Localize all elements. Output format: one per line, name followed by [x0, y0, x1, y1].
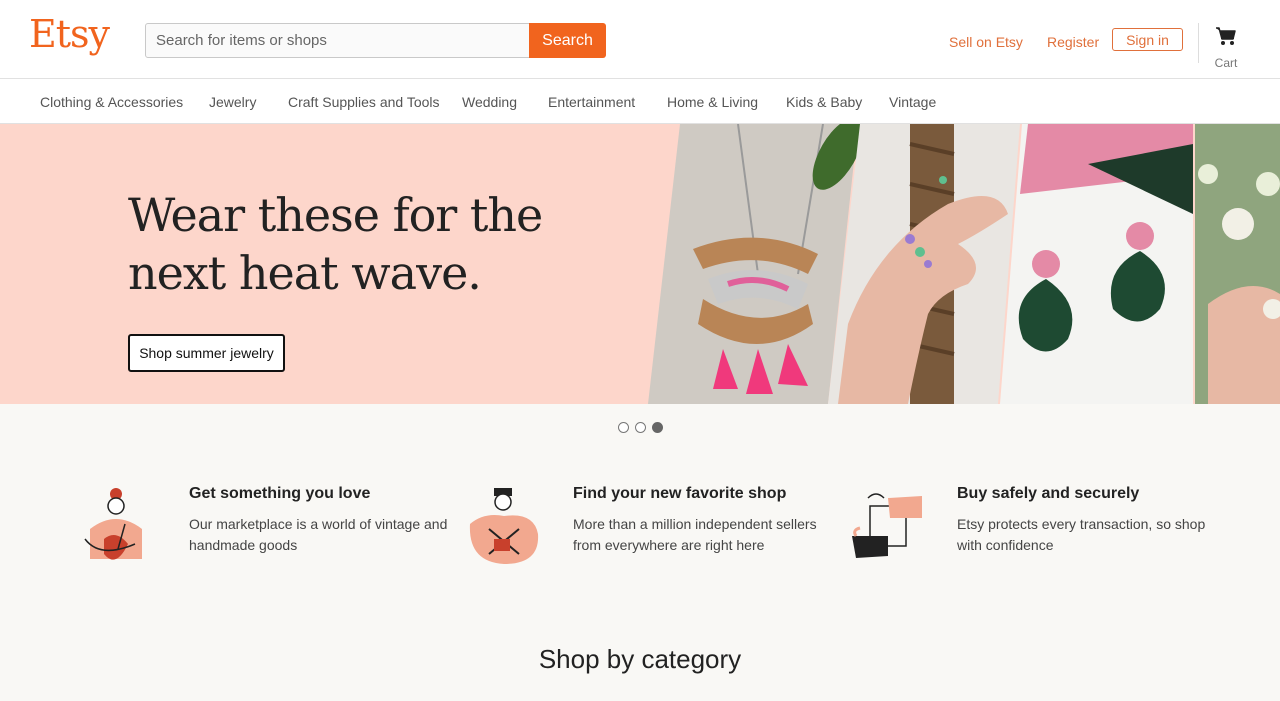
- value-props-section: Get something you love Our marketplace i…: [0, 404, 1280, 701]
- header-divider: [1198, 23, 1199, 63]
- category-home-living[interactable]: Home & Living: [667, 94, 758, 110]
- cart-icon: [1216, 27, 1236, 45]
- hero-jewelry-photos[interactable]: [648, 124, 1280, 404]
- category-vintage[interactable]: Vintage: [889, 94, 936, 110]
- category-jewelry[interactable]: Jewelry: [209, 94, 256, 110]
- value-prop-text-1: Our marketplace is a world of vintage an…: [189, 516, 448, 553]
- cart-label: Cart: [1214, 56, 1238, 70]
- value-prop-text-2: More than a million independent sellers …: [573, 516, 817, 553]
- hero-title: Wear these for the next heat wave.: [128, 188, 543, 300]
- hands-exchange-icon: [852, 493, 922, 558]
- category-wedding[interactable]: Wedding: [462, 94, 517, 110]
- cart-button[interactable]: Cart: [1206, 27, 1246, 70]
- search-input[interactable]: [145, 23, 530, 58]
- register-link[interactable]: Register: [1047, 34, 1099, 50]
- carousel-dots: [618, 422, 664, 434]
- sign-in-button[interactable]: Sign in: [1112, 28, 1183, 51]
- person-holding-heart-icon: [84, 488, 142, 560]
- category-kids-baby[interactable]: Kids & Baby: [786, 94, 862, 110]
- value-prop-title-1: Get something you love: [189, 485, 371, 502]
- carousel-dot-1[interactable]: [618, 422, 629, 433]
- category-craft-supplies[interactable]: Craft Supplies and Tools: [288, 94, 440, 110]
- category-entertainment[interactable]: Entertainment: [548, 94, 635, 110]
- carousel-dot-3[interactable]: [652, 422, 663, 433]
- search-button[interactable]: Search: [529, 23, 606, 58]
- shop-by-category-heading: Shop by category: [538, 644, 742, 674]
- etsy-logo[interactable]: Etsy: [29, 12, 110, 56]
- value-prop-title-2: Find your new favorite shop: [573, 485, 787, 502]
- shop-summer-jewelry-button[interactable]: Shop summer jewelry: [128, 334, 285, 372]
- category-clothing-accessories[interactable]: Clothing & Accessories: [40, 94, 183, 110]
- craftsperson-icon: [469, 488, 539, 564]
- hero-banner: Wear these for the next heat wave. Shop …: [0, 124, 1280, 404]
- sell-on-etsy-link[interactable]: Sell on Etsy: [949, 34, 1023, 50]
- value-prop-title-3: Buy safely and securely: [957, 485, 1140, 502]
- category-nav: Clothing & Accessories Jewelry Craft Sup…: [0, 80, 1280, 124]
- site-header: Etsy Search Sell on Etsy Register Sign i…: [0, 0, 1280, 79]
- carousel-dot-2[interactable]: [635, 422, 646, 433]
- value-prop-text-3: Etsy protects every transaction, so shop…: [957, 516, 1206, 553]
